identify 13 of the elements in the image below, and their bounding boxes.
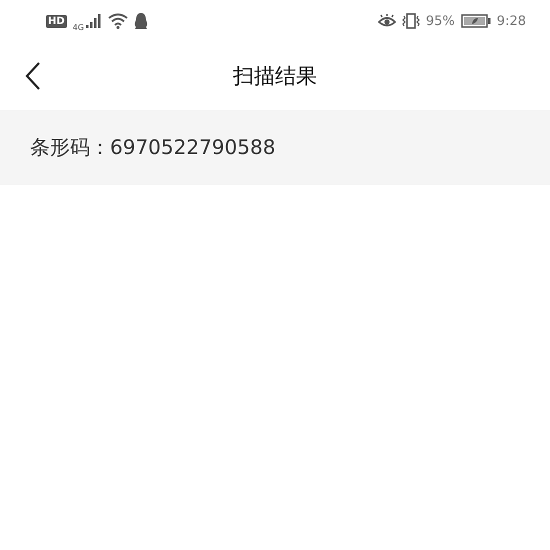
eye-icon [378, 14, 396, 28]
battery-percent: 95% [426, 14, 455, 28]
penguin-icon [134, 12, 148, 30]
barcode-text: 条形码：6970522790588 [30, 134, 276, 161]
battery-icon [460, 14, 491, 28]
signal-icon [86, 14, 102, 28]
network-type: 4G [72, 22, 84, 32]
vibrate-icon [402, 13, 420, 29]
page-title: 扫描结果 [233, 63, 317, 90]
wifi-icon [108, 13, 128, 29]
hd-badge: HD [46, 14, 67, 28]
back-icon[interactable] [25, 62, 41, 90]
clock: 9:28 [496, 14, 526, 28]
